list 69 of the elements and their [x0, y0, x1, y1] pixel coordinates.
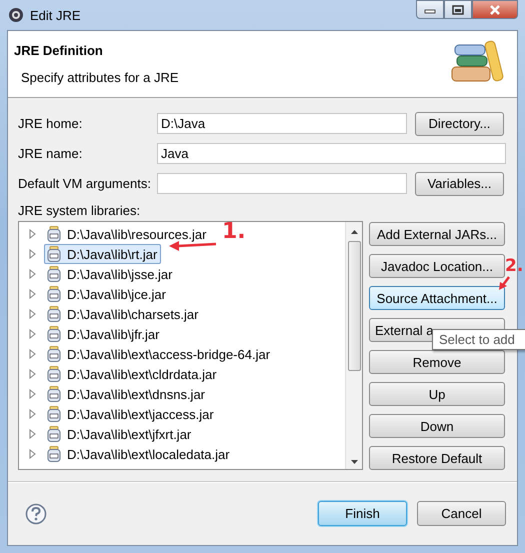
jar-icon: [47, 266, 61, 282]
action-button[interactable]: Source Attachment...: [369, 286, 505, 310]
maximize-button[interactable]: [444, 0, 472, 19]
libraries-label: JRE system libraries:: [18, 203, 140, 218]
expand-arrow-icon[interactable]: [29, 429, 36, 439]
text-field[interactable]: D:\Java: [157, 113, 407, 134]
library-item[interactable]: D:\Java\lib\resources.jar: [44, 224, 210, 244]
jar-icon: [47, 446, 61, 462]
library-item[interactable]: D:\Java\lib\charsets.jar: [44, 304, 202, 324]
dialog-button[interactable]: Cancel: [417, 501, 506, 526]
expand-arrow-icon[interactable]: [29, 389, 36, 399]
field-label: JRE home:: [18, 116, 84, 131]
maximize-icon: [452, 4, 464, 14]
expand-arrow-icon[interactable]: [29, 409, 36, 419]
close-icon: [489, 4, 501, 14]
annotation-arrow: [168, 240, 218, 252]
library-item[interactable]: D:\Java\lib\jce.jar: [44, 284, 170, 304]
action-button[interactable]: Javadoc Location...: [369, 254, 505, 278]
jar-icon: [47, 326, 61, 342]
gear-icon: [8, 7, 24, 23]
window-title: Edit JRE: [30, 8, 81, 22]
expand-arrow-icon[interactable]: [29, 249, 36, 259]
minimize-button[interactable]: [416, 0, 444, 19]
expand-arrow-icon[interactable]: [29, 329, 36, 339]
close-button[interactable]: [472, 0, 518, 19]
expand-arrow-icon[interactable]: [29, 309, 36, 319]
browse-button[interactable]: Variables...: [415, 172, 504, 196]
jar-icon: [47, 246, 61, 262]
jar-icon: [47, 426, 61, 442]
expand-arrow-icon[interactable]: [29, 269, 36, 279]
text-field[interactable]: Java: [157, 143, 506, 164]
header-title: JRE Definition: [14, 43, 104, 58]
action-button[interactable]: Restore Default: [369, 446, 505, 470]
jar-icon: [47, 226, 61, 242]
browse-button[interactable]: Directory...: [415, 112, 504, 136]
expand-arrow-icon[interactable]: [29, 349, 36, 359]
jar-icon: [47, 406, 61, 422]
jar-icon: [47, 366, 61, 382]
help-icon[interactable]: [25, 502, 47, 524]
expand-arrow-icon[interactable]: [29, 289, 36, 299]
jar-icon: [47, 386, 61, 402]
library-item[interactable]: D:\Java\lib\jfr.jar: [44, 324, 164, 344]
library-item[interactable]: D:\Java\lib\ext\cldrdata.jar: [44, 364, 221, 384]
library-item[interactable]: D:\Java\lib\ext\access-bridge-64.jar: [44, 344, 274, 364]
expand-arrow-icon[interactable]: [29, 229, 36, 239]
jar-icon: [47, 286, 61, 302]
text-field[interactable]: [157, 173, 407, 194]
header-description: Specify attributes for a JRE: [20, 70, 180, 85]
library-item[interactable]: D:\Java\lib\jsse.jar: [44, 264, 176, 284]
jar-icon: [47, 306, 61, 322]
action-button[interactable]: Add External JARs...: [369, 222, 505, 246]
library-item[interactable]: D:\Java\lib\ext\jaccess.jar: [44, 404, 218, 424]
action-button[interactable]: Up: [369, 382, 505, 406]
scrollbar[interactable]: [345, 222, 362, 469]
jar-icon: [47, 346, 61, 362]
annotation-number: 1.: [222, 221, 246, 243]
annotation-arrow: [497, 276, 511, 291]
action-button[interactable]: Down: [369, 414, 505, 438]
library-item[interactable]: D:\Java\lib\ext\localedata.jar: [44, 444, 234, 464]
expand-arrow-icon[interactable]: [29, 449, 36, 459]
field-label: Default VM arguments:: [18, 176, 152, 191]
expand-arrow-icon[interactable]: [29, 369, 36, 379]
library-item[interactable]: D:\Java\lib\ext\dnsns.jar: [44, 384, 210, 404]
library-item[interactable]: D:\Java\lib\rt.jar: [44, 244, 162, 264]
field-label: JRE name:: [18, 146, 84, 161]
action-button[interactable]: Remove: [369, 350, 505, 374]
library-item[interactable]: D:\Java\lib\ext\jfxrt.jar: [44, 424, 196, 444]
dialog-button[interactable]: Finish: [318, 501, 407, 526]
tooltip: Select to add: [432, 329, 525, 350]
